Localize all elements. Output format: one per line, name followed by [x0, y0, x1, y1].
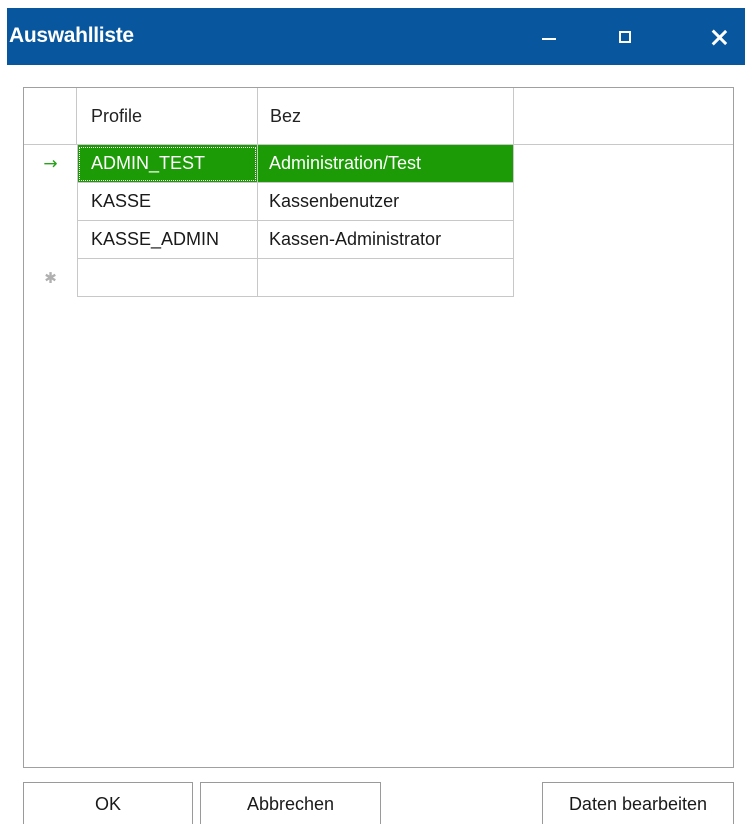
cell-profile-new[interactable]	[77, 259, 258, 297]
ok-button[interactable]: OK	[23, 782, 193, 824]
cell-bez[interactable]: Kassenbenutzer	[258, 183, 514, 221]
cancel-button[interactable]: Abbrechen	[200, 782, 381, 824]
row-indicator-header[interactable]	[24, 88, 77, 145]
close-icon	[711, 29, 727, 45]
window-title: Auswahlliste	[9, 24, 134, 47]
minimize-icon	[542, 37, 556, 40]
close-button[interactable]	[693, 8, 745, 65]
current-row-arrow-icon[interactable]: →	[24, 145, 77, 183]
maximize-button[interactable]	[599, 8, 651, 65]
cell-bez-new[interactable]	[258, 259, 514, 297]
maximize-icon	[619, 30, 631, 43]
cell-bez[interactable]: Administration/Test	[258, 145, 514, 183]
new-row-asterisk-icon[interactable]: ✱	[24, 259, 77, 297]
column-header-profile[interactable]: Profile	[77, 88, 258, 145]
selection-grid[interactable]: Profile Bez → ADMIN_TEST Administration/…	[23, 87, 734, 768]
cell-profile[interactable]: KASSE_ADMIN	[77, 221, 258, 259]
column-header-bez[interactable]: Bez	[258, 88, 514, 145]
dialog-window: Auswahlliste Profile Bez → ADMIN_TEST Ad…	[0, 0, 745, 824]
row-selector[interactable]	[24, 221, 77, 259]
cell-bez[interactable]: Kassen-Administrator	[258, 221, 514, 259]
row-selector[interactable]	[24, 183, 77, 221]
column-header-filler	[514, 88, 733, 145]
title-bar[interactable]: Auswahlliste	[7, 8, 745, 65]
edit-data-button[interactable]: Daten bearbeiten	[542, 782, 734, 824]
cell-profile[interactable]: KASSE	[77, 183, 258, 221]
cell-profile[interactable]: ADMIN_TEST	[77, 145, 258, 183]
minimize-button[interactable]	[523, 8, 575, 65]
